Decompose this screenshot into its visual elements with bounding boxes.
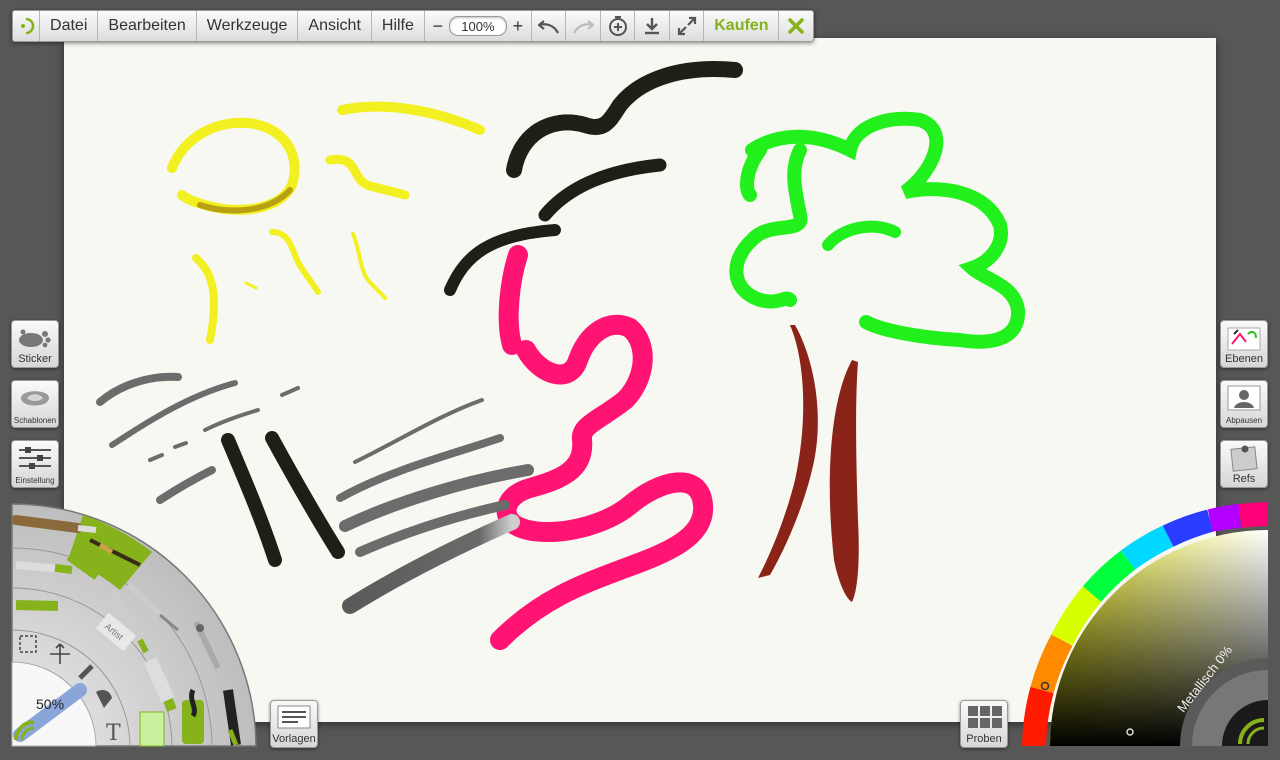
sticker-label: Sticker [18,353,52,365]
yellow-stroke [192,254,219,344]
ebenen-label: Ebenen [1225,353,1263,365]
close-icon[interactable] [779,11,812,41]
menu-datei[interactable]: Datei [40,11,99,41]
brown-stroke [829,360,859,602]
yellow-stroke [337,101,485,135]
brush-size-value[interactable]: 50% [36,696,64,712]
black-stroke [265,431,345,559]
schablonen-button[interactable]: Schablonen [11,380,59,428]
gray-stroke [109,380,238,448]
undo-icon[interactable] [532,11,567,41]
black-stroke [538,158,667,222]
refs-button[interactable]: Refs [1220,440,1268,488]
einstellung-button[interactable]: Einstellung [11,440,59,488]
gray-stroke [148,441,188,462]
trace-image-icon [1227,385,1261,411]
app-logo-icon[interactable] [13,11,41,41]
menu-bearbeiten[interactable]: Bearbeiten [98,11,197,41]
menu-ansicht[interactable]: Ansicht [298,11,372,41]
vorlagen-label: Vorlagen [272,733,316,745]
gray-stroke [156,466,216,504]
svg-text:T: T [106,721,121,746]
green-stroke [729,143,808,309]
stencil-icon [21,391,49,406]
gray-stroke [342,514,520,614]
fullscreen-icon[interactable] [670,11,705,41]
footprints-icon [19,329,51,348]
sticker-button[interactable]: Sticker [11,320,59,368]
zoom-control: − 100% + [425,11,532,41]
kaufen-button[interactable]: Kaufen [704,11,780,41]
color-picker[interactable] [1020,502,1268,748]
yellow-stroke [197,187,293,214]
gray-stroke [96,372,182,406]
schablonen-label: Schablonen [13,416,57,425]
abpausen-label: Abpausen [1225,416,1263,425]
pencil-icon [15,561,73,574]
sliders-icon [19,447,51,469]
proben-label: Proben [966,733,1002,745]
menu-werkzeuge[interactable]: Werkzeuge [197,11,299,41]
menu-hilfe[interactable]: Hilfe [372,11,425,41]
templates-icon [277,705,311,729]
yellow-stroke [244,281,258,290]
layers-icon [1227,327,1261,351]
add-layer-icon[interactable] [601,11,636,41]
text-tool-icon: T [106,721,121,746]
proben-button[interactable]: Proben [960,700,1008,748]
gray-stroke [336,434,504,502]
gray-stroke [203,408,260,432]
top-menu-bar: Datei Bearbeiten Werkzeuge Ansicht Hilfe… [12,10,814,42]
abpausen-button[interactable]: Abpausen [1220,380,1268,428]
felt-pen-icon [15,600,59,611]
green-stroke [822,220,901,251]
gray-stroke [280,386,300,397]
swatches-icon [968,706,1002,728]
zoom-in-button[interactable]: + [511,16,525,37]
einstellung-label: Einstellung [15,476,55,485]
ebenen-button[interactable]: Ebenen [1220,320,1268,368]
refs-label: Refs [1232,473,1256,485]
zoom-value[interactable]: 100% [448,16,507,36]
zoom-out-button[interactable]: − [431,16,445,37]
brown-stroke [758,325,818,578]
reference-pin-icon [1230,445,1258,472]
download-icon[interactable] [635,11,670,41]
yellow-stroke [351,232,387,300]
yellow-stroke [269,229,321,295]
vorlagen-button[interactable]: Vorlagen [270,700,318,748]
redo-icon[interactable] [566,11,601,41]
yellow-stroke [167,117,300,215]
pink-stroke [490,245,714,650]
glitter-tube-icon [139,711,165,747]
black-stroke [506,61,743,178]
yellow-stroke [325,154,410,200]
